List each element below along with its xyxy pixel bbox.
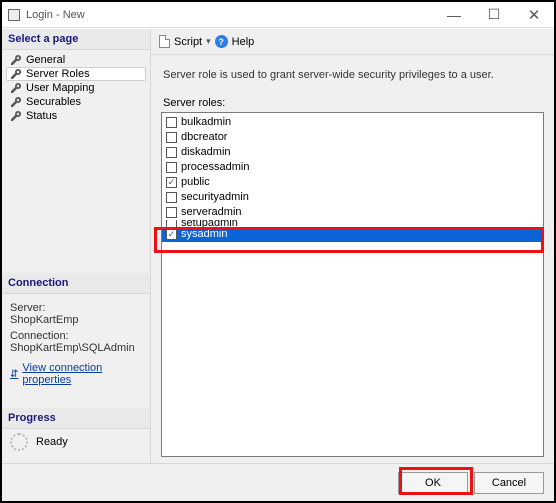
link-icon: ⇵ (10, 369, 18, 380)
wrench-icon (10, 110, 22, 122)
wrench-icon (10, 54, 22, 66)
titlebar: Login - New — ☐ ✕ (2, 2, 554, 28)
sidebar-item-general[interactable]: General (2, 53, 150, 67)
server-roles-label: Server roles: (163, 97, 544, 109)
progress-block: Ready (2, 429, 150, 455)
checkbox[interactable] (166, 147, 177, 158)
sidebar: Select a page General Server Roles User … (2, 29, 150, 463)
description-text: Server role is used to grant server-wide… (163, 69, 544, 81)
role-row-serveradmin[interactable]: serveradmin (162, 205, 543, 220)
role-label: dbcreator (181, 130, 227, 145)
main-panel: Script ▾ ? Help Server role is used to g… (150, 29, 554, 463)
role-row-processadmin[interactable]: processadmin (162, 160, 543, 175)
select-page-header: Select a page (2, 29, 150, 50)
role-label: bulkadmin (181, 115, 231, 130)
progress-header: Progress (2, 408, 150, 429)
checkbox[interactable] (166, 132, 177, 143)
server-roles-listbox[interactable]: bulkadmin dbcreator diskadmin processadm… (161, 112, 544, 457)
progress-spinner-icon (10, 433, 28, 451)
wrench-icon (10, 96, 22, 108)
role-label: securityadmin (181, 190, 249, 205)
role-row-securityadmin[interactable]: securityadmin (162, 190, 543, 205)
maximize-icon: ☐ (488, 6, 501, 23)
wrench-icon (10, 82, 22, 94)
server-label: Server: (10, 302, 144, 314)
connection-value: ShopKartEmp\SQLAdmin (10, 342, 144, 354)
role-label: serveradmin (181, 205, 242, 220)
script-label: Script (174, 36, 202, 48)
page-list: General Server Roles User Mapping Secura… (2, 50, 150, 126)
checkbox[interactable] (166, 162, 177, 173)
role-row-public[interactable]: ✓ public (162, 175, 543, 190)
checkbox[interactable] (166, 117, 177, 128)
role-label: diskadmin (181, 145, 231, 160)
checkbox[interactable] (166, 207, 177, 218)
role-row-sysadmin[interactable]: ✓ sysadmin (162, 227, 543, 242)
toolbar: Script ▾ ? Help (151, 29, 554, 55)
checkbox[interactable]: ✓ (166, 177, 177, 188)
checkbox[interactable] (166, 192, 177, 203)
sidebar-item-label: General (26, 54, 65, 66)
ok-button[interactable]: OK (398, 472, 468, 494)
role-row-setupadmin[interactable]: setupadmin (162, 220, 543, 227)
script-button[interactable]: Script ▾ (159, 35, 211, 48)
sidebar-item-label: Status (26, 110, 57, 122)
button-bar: OK Cancel (2, 463, 554, 501)
close-button[interactable]: ✕ (514, 2, 554, 27)
minimize-icon: — (447, 7, 461, 23)
cancel-button[interactable]: Cancel (474, 472, 544, 494)
role-row-bulkadmin[interactable]: bulkadmin (162, 115, 543, 130)
checkbox[interactable] (166, 220, 177, 227)
link-label: View connection properties (22, 362, 144, 386)
minimize-button[interactable]: — (434, 2, 474, 27)
sidebar-item-server-roles[interactable]: Server Roles (6, 67, 146, 81)
close-icon: ✕ (528, 6, 541, 24)
help-icon: ? (215, 35, 228, 48)
sidebar-item-securables[interactable]: Securables (2, 95, 150, 109)
sidebar-item-label: User Mapping (26, 82, 94, 94)
progress-status: Ready (36, 436, 68, 448)
help-button[interactable]: ? Help (215, 35, 255, 48)
window-title: Login - New (26, 9, 85, 21)
role-label: public (181, 175, 210, 190)
script-icon (159, 35, 170, 48)
sidebar-item-status[interactable]: Status (2, 109, 150, 123)
sidebar-item-user-mapping[interactable]: User Mapping (2, 81, 150, 95)
connection-block: Server: ShopKartEmp Connection: ShopKart… (2, 294, 150, 390)
checkbox[interactable]: ✓ (166, 229, 177, 240)
connection-header: Connection (2, 273, 150, 294)
help-label: Help (232, 36, 255, 48)
role-label: sysadmin (181, 227, 227, 242)
connection-label: Connection: (10, 330, 144, 342)
role-row-diskadmin[interactable]: diskadmin (162, 145, 543, 160)
view-connection-properties-link[interactable]: ⇵ View connection properties (10, 362, 144, 386)
sidebar-item-label: Server Roles (26, 68, 90, 80)
role-label: processadmin (181, 160, 249, 175)
role-label: setupadmin (181, 220, 238, 227)
wrench-icon (10, 68, 22, 80)
maximize-button[interactable]: ☐ (474, 2, 514, 27)
role-row-dbcreator[interactable]: dbcreator (162, 130, 543, 145)
dropdown-arrow-icon: ▾ (206, 36, 211, 47)
app-icon (8, 9, 20, 21)
server-value: ShopKartEmp (10, 314, 144, 326)
sidebar-item-label: Securables (26, 96, 81, 108)
